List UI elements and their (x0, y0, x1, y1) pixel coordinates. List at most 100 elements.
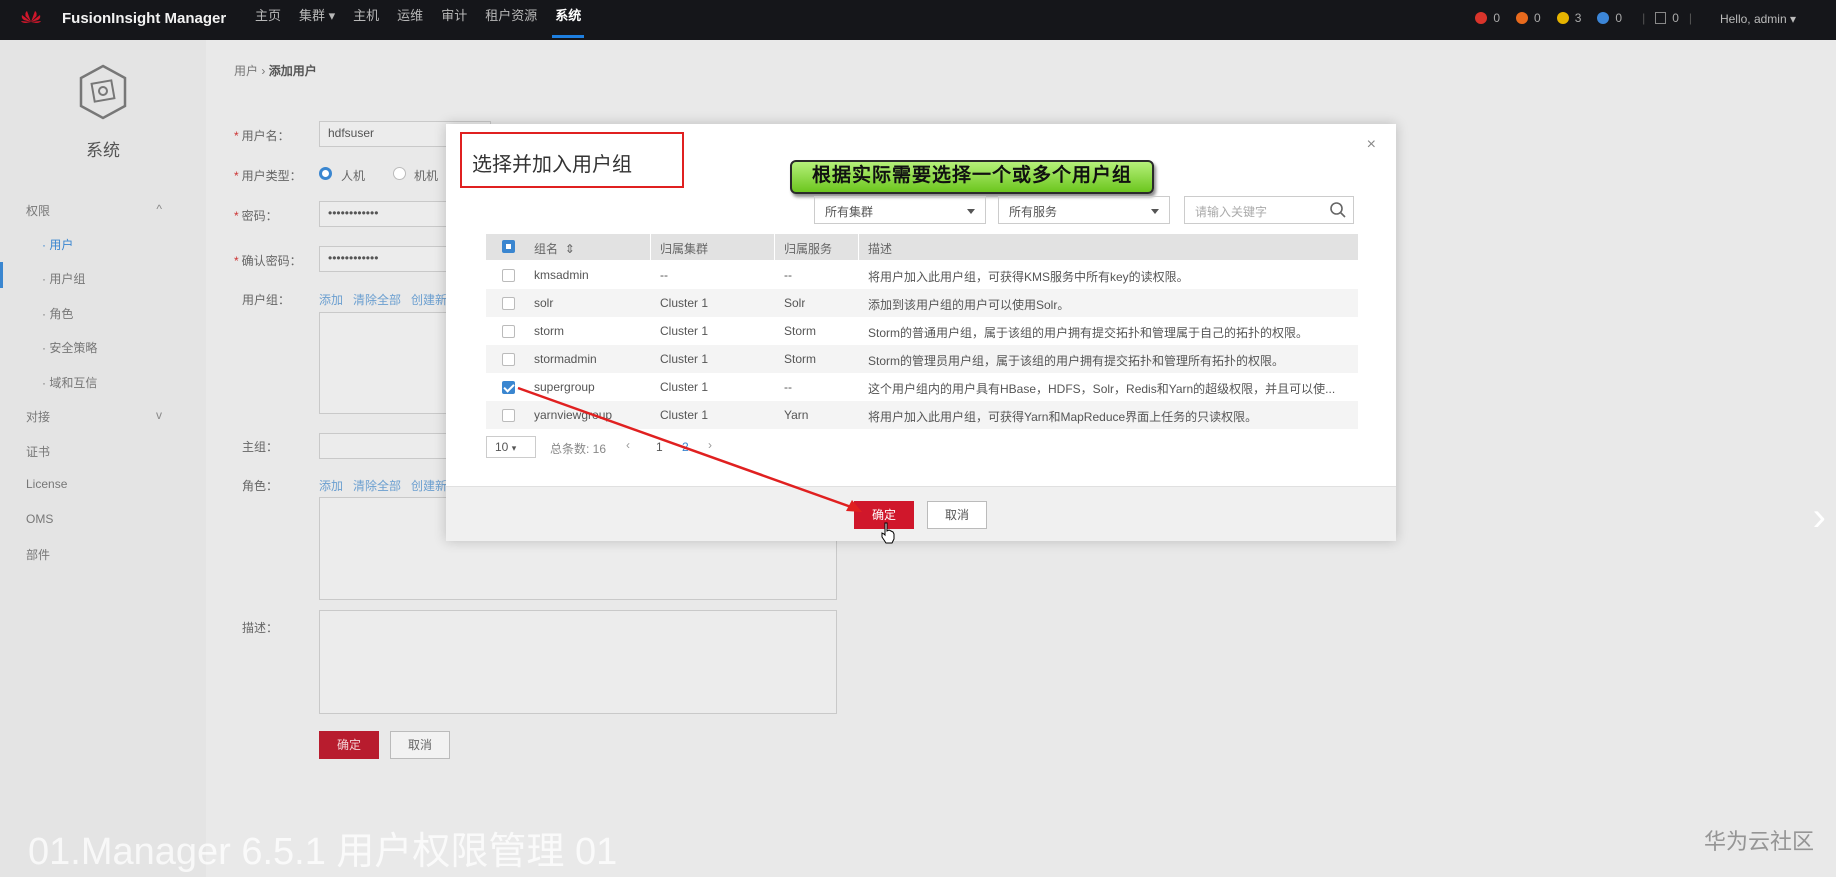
nav-hosts[interactable]: 主机 (344, 0, 388, 40)
dialog-cancel-button[interactable]: 取消 (927, 501, 987, 529)
password-field[interactable]: •••••••••••• (319, 201, 449, 227)
sidebar-section-permission[interactable]: 权限 (26, 202, 50, 219)
row-checkbox-checked[interactable] (502, 381, 515, 394)
usertype-human-radio[interactable] (319, 167, 332, 180)
huawei-logo (21, 11, 41, 23)
select-all-checkbox[interactable] (502, 240, 515, 253)
sidebar: 系统 权限 ^ · 用户 · 用户组 · 角色 · 安全策略 · 域和互信 对接… (0, 40, 206, 877)
usergroup-label: 用户组： (242, 293, 291, 307)
table-header: 组名 ⇕ 归属集群 归属服务 描述 (486, 234, 1358, 260)
col-description: 描述 (868, 242, 893, 256)
row-checkbox[interactable] (502, 325, 515, 338)
sidebar-title: 系统 (86, 141, 120, 160)
form-cancel-button[interactable]: 取消 (390, 731, 450, 759)
table-row[interactable]: storm Cluster 1 Storm Storm的普通用户组，属于该组的用… (486, 317, 1358, 345)
nav-tenant[interactable]: 租户资源 (476, 0, 546, 40)
sidebar-section-integration[interactable]: 对接 (26, 408, 50, 425)
search-input[interactable]: 请输入关键字 (1184, 196, 1354, 224)
usertype-label: * 用户类型： (234, 169, 302, 183)
primary-group-label: 主组： (242, 440, 279, 454)
total-count: 总条数: 16 (550, 442, 607, 456)
nav-cluster[interactable]: 集群 ▾ (290, 0, 344, 40)
table-row[interactable]: solr Cluster 1 Solr 添加到该用户组的用户可以使用Solr。 (486, 289, 1358, 317)
site-watermark: 华为云社区 (1703, 829, 1814, 854)
clear-usergroup-link[interactable]: 清除全部 (353, 291, 401, 308)
col-cluster: 归属集群 (660, 242, 709, 256)
system-icon (79, 64, 127, 120)
select-usergroup-dialog: 选择并加入用户组 × 根据实际需要选择一个或多个用户组 所有集群 所有服务 请输… (446, 124, 1396, 541)
task-icon[interactable] (1655, 12, 1667, 24)
confirm-password-field[interactable]: •••••••••••• (319, 246, 449, 272)
sidebar-item-security-policy[interactable]: · 安全策略 (42, 339, 97, 356)
sidebar-section-certificate[interactable]: 证书 (26, 443, 50, 460)
row-checkbox[interactable] (502, 269, 515, 282)
usertype-machine-radio[interactable] (393, 167, 406, 180)
chevron-right-icon[interactable]: › (1813, 495, 1826, 540)
usergroup-list[interactable] (319, 312, 449, 414)
dialog-title: 选择并加入用户组 (472, 154, 632, 176)
caret-down-icon (1151, 209, 1159, 214)
add-usergroup-link[interactable]: 添加 (319, 291, 343, 308)
role-label: 角色： (242, 479, 279, 493)
chevron-right-icon[interactable]: › (708, 438, 712, 452)
form-ok-button[interactable]: 确定 (319, 731, 379, 759)
sidebar-section-components[interactable]: 部件 (26, 546, 50, 563)
pointer-cursor-icon (881, 522, 895, 544)
add-role-link[interactable]: 添加 (319, 477, 343, 494)
cluster-filter-select[interactable]: 所有集群 (814, 196, 986, 224)
password-label: * 密码： (234, 209, 278, 223)
breadcrumb-current: 添加用户 (268, 64, 317, 78)
user-menu[interactable]: Hello, admin ▾ (1720, 12, 1796, 26)
chevron-up-icon[interactable]: ^ (156, 202, 162, 216)
description-field[interactable] (319, 610, 837, 714)
search-icon[interactable] (1329, 201, 1347, 219)
description-label: 描述： (242, 621, 279, 635)
clear-role-link[interactable]: 清除全部 (353, 477, 401, 494)
page-1[interactable]: 1 (656, 440, 663, 454)
critical-alert-icon (1475, 12, 1488, 24)
primary-group-select[interactable] (319, 433, 449, 459)
row-checkbox[interactable] (502, 353, 515, 366)
nav-ops[interactable]: 运维 (388, 0, 432, 40)
col-name[interactable]: 组名 ⇕ (534, 240, 575, 257)
alert-summary[interactable]: 0 0 3 0 | 0 | (1475, 11, 1696, 25)
video-title-watermark: 01.Manager 6.5.1 用户权限管理 01 (28, 831, 618, 873)
col-service: 归属服务 (784, 242, 833, 256)
create-usergroup-link[interactable]: 创建新 (411, 291, 447, 308)
nav-audit[interactable]: 审计 (432, 0, 476, 40)
sidebar-section-oms[interactable]: OMS (26, 512, 53, 526)
nav-home[interactable]: 主页 (246, 0, 290, 40)
usertype-machine-label: 机机 (414, 169, 439, 183)
active-marker (0, 262, 3, 288)
confirm-password-label: * 确认密码： (234, 254, 302, 268)
row-checkbox[interactable] (502, 409, 515, 422)
sidebar-section-license[interactable]: License (26, 477, 67, 491)
main-nav: 主页 集群 ▾ 主机 运维 审计 租户资源 系统 (246, 0, 590, 40)
breadcrumb: 用户 › 添加用户 (234, 64, 317, 78)
row-checkbox[interactable] (502, 297, 515, 310)
sort-icon[interactable]: ⇕ (561, 242, 575, 256)
app-title: FusionInsight Manager (62, 10, 227, 27)
breadcrumb-parent[interactable]: 用户 (234, 64, 258, 78)
role-links: 添加 清除全部 创建新 (319, 477, 447, 494)
table-row[interactable]: yarnviewgroup Cluster 1 Yarn 将用户加入此用户组，可… (486, 401, 1358, 429)
page-size-select[interactable]: 10 ▾ (486, 436, 536, 458)
caret-down-icon: ▾ (511, 443, 517, 453)
table-row[interactable]: stormadmin Cluster 1 Storm Storm的管理员用户组，… (486, 345, 1358, 373)
major-alert-icon (1516, 12, 1528, 24)
chevron-down-icon[interactable]: v (156, 408, 162, 422)
hint-callout: 根据实际需要选择一个或多个用户组 (790, 160, 1154, 194)
page-2[interactable]: 2 (682, 440, 689, 454)
top-bar: FusionInsight Manager 主页 集群 ▾ 主机 运维 审计 租… (0, 0, 1836, 40)
sidebar-item-user[interactable]: · 用户 (42, 236, 73, 253)
create-role-link[interactable]: 创建新 (411, 477, 447, 494)
service-filter-select[interactable]: 所有服务 (998, 196, 1170, 224)
sidebar-item-usergroup[interactable]: · 用户组 (42, 270, 85, 287)
table-row[interactable]: supergroup Cluster 1 -- 这个用户组内的用户具有HBase… (486, 373, 1358, 401)
sidebar-item-domain-trust[interactable]: · 域和互信 (42, 374, 97, 391)
chevron-left-icon[interactable]: ‹ (626, 438, 630, 452)
nav-system[interactable]: 系统 (546, 0, 590, 40)
close-icon[interactable]: × (1367, 136, 1376, 154)
sidebar-item-role[interactable]: · 角色 (42, 305, 73, 322)
table-row[interactable]: kmsadmin -- -- 将用户加入此用户组，可获得KMS服务中所有key的… (486, 261, 1358, 289)
